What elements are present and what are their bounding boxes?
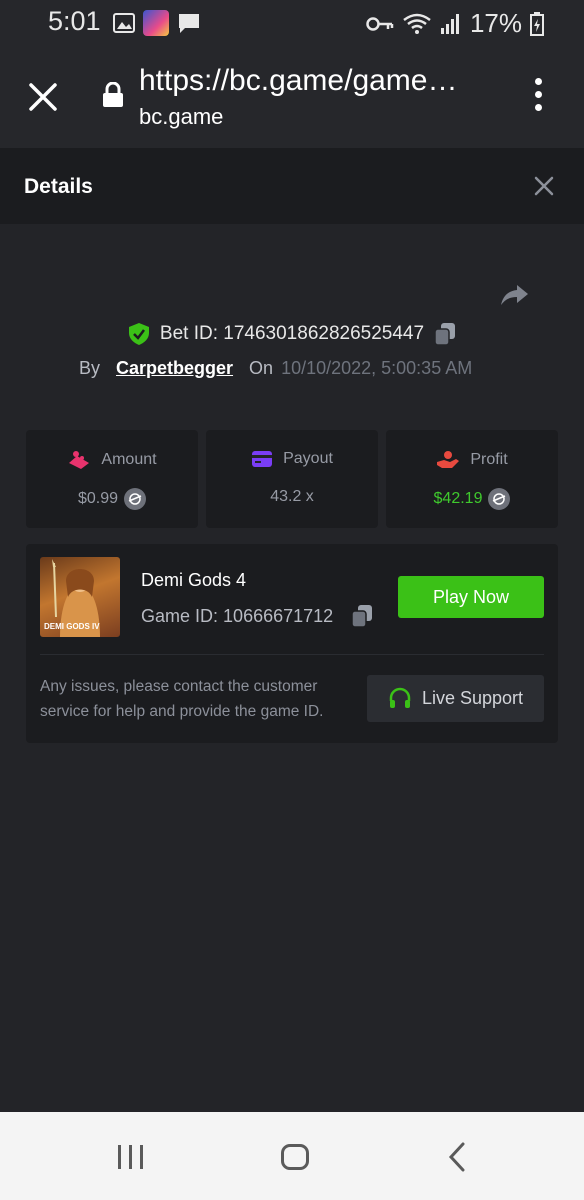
payout-value: 43.2 x — [270, 488, 314, 505]
image-icon — [113, 13, 135, 33]
amount-label: Amount — [101, 451, 157, 468]
lock-icon — [103, 82, 123, 107]
payout-label: Payout — [283, 450, 333, 467]
verified-shield-icon — [128, 323, 149, 345]
username-link[interactable]: Carpetbegger — [116, 358, 233, 379]
game-id-label: Game ID: — [141, 605, 219, 626]
battery-percent: 17% — [469, 8, 522, 38]
bet-id-value: 1746301862826525447 — [223, 323, 425, 344]
amount-card: Amount $0.99 — [26, 430, 198, 528]
notification-icons — [113, 10, 201, 36]
bet-id-text: Bet ID: 1746301862826525447 — [160, 323, 424, 345]
headset-icon — [389, 687, 411, 708]
home-icon[interactable] — [281, 1144, 309, 1170]
system-nav-bar — [0, 1112, 584, 1200]
copy-bet-id-icon[interactable] — [434, 322, 456, 346]
back-icon[interactable] — [447, 1142, 467, 1172]
bet-id-row: Bet ID: 1746301862826525447 — [0, 322, 584, 346]
profit-icon — [437, 451, 460, 468]
panel-title: Details — [24, 175, 93, 198]
game-name: Demi Gods 4 — [141, 570, 247, 590]
play-now-button[interactable]: Play Now — [398, 576, 544, 618]
divider — [40, 654, 544, 655]
payout-card: Payout 43.2 x — [206, 430, 378, 528]
message-icon — [179, 14, 199, 33]
url-domain: bc.game — [139, 104, 224, 129]
status-time: 5:01 — [48, 6, 101, 36]
battery-charging-icon — [530, 11, 544, 36]
profit-card: Profit $42.19 — [386, 430, 558, 528]
game-card: DEMI GODS IV Demi Gods 4 Game ID: 106666… — [26, 544, 558, 743]
status-bar: 5:01 17% — [0, 0, 584, 46]
payout-icon — [252, 451, 273, 467]
browser-url-bar: https://bc.game/game… bc.game — [0, 46, 584, 148]
copy-game-id-icon[interactable] — [351, 604, 373, 628]
profit-label: Profit — [470, 451, 508, 468]
close-tab-icon[interactable] — [26, 80, 60, 114]
on-label: On — [249, 358, 274, 378]
thumbnail-title: DEMI GODS IV — [44, 622, 100, 631]
profit-value: $42.19 — [433, 490, 483, 507]
app-notification-icon — [143, 10, 169, 36]
support-notice: Any issues, please contact the customer … — [40, 678, 324, 720]
bet-id-label: Bet ID: — [159, 323, 218, 344]
recent-apps-icon[interactable] — [118, 1145, 143, 1169]
live-support-button[interactable]: Live Support — [367, 675, 544, 722]
signal-icon — [440, 13, 459, 34]
by-label: By — [79, 358, 101, 378]
bet-datetime: 10/10/2022, 5:00:35 AM — [281, 358, 473, 378]
game-thumbnail[interactable]: DEMI GODS IV — [40, 557, 120, 637]
share-icon[interactable] — [500, 283, 530, 307]
game-id-value: 10666671712 — [223, 605, 334, 626]
bet-stats: Amount $0.99 Payout 43.2 x Profit $42.19 — [26, 430, 558, 528]
close-panel-icon[interactable] — [532, 174, 556, 198]
xlm-coin-icon — [124, 488, 147, 510]
browser-menu-icon[interactable] — [535, 78, 542, 111]
bet-by-row: By Carpetbegger On 10/10/2022, 5:00:35 A… — [79, 358, 472, 379]
wifi-icon — [403, 13, 431, 34]
xlm-coin-icon — [488, 488, 511, 510]
live-support-label: Live Support — [421, 688, 524, 708]
game-id-row: Game ID: 10666671712 — [141, 604, 373, 628]
vpn-key-icon — [366, 16, 394, 31]
amount-icon — [69, 451, 90, 469]
url-text[interactable]: https://bc.game/game… — [139, 64, 499, 98]
details-header: Details — [0, 148, 584, 224]
status-right: 17% — [366, 8, 544, 39]
amount-value: $0.99 — [77, 490, 119, 507]
